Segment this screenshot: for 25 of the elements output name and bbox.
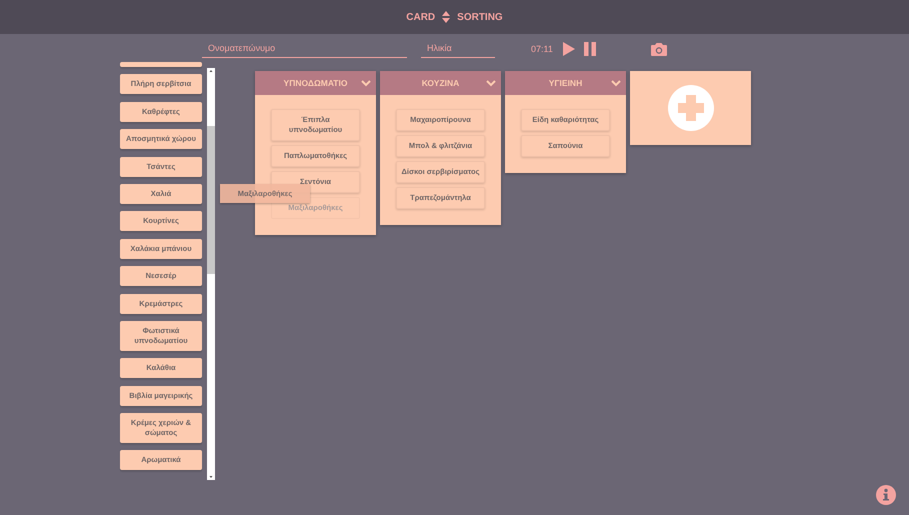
camera-icon[interactable]	[650, 42, 667, 56]
chevron-down-icon[interactable]	[486, 80, 496, 87]
category-title: ΚΟΥΖΙΝΑ	[422, 78, 460, 88]
scroll-thumb[interactable]	[207, 126, 215, 274]
category-title: ΥΠΝΟΔΩΜΑΤΙΟ	[284, 78, 348, 88]
pause-icon[interactable]	[584, 42, 596, 56]
scroll-up-icon[interactable]	[207, 68, 215, 74]
play-icon[interactable]	[562, 42, 575, 56]
app-title-right: SORTING	[457, 12, 503, 22]
chevron-down-icon[interactable]	[611, 80, 621, 87]
age-field[interactable]: Ηλικία	[421, 40, 495, 58]
sort-icon	[442, 11, 450, 23]
category-header[interactable]: ΥΠΝΟΔΩΜΑΤΙΟ	[255, 71, 376, 95]
category-title: ΥΓΙΕΙΝΗ	[548, 78, 582, 88]
chevron-down-icon[interactable]	[361, 80, 371, 87]
name-field[interactable]: Ονοματεπώνυμο	[202, 40, 407, 58]
scrollbar[interactable]	[207, 68, 215, 480]
info-icon[interactable]	[876, 485, 896, 505]
add-category-card[interactable]	[630, 71, 751, 145]
category-header[interactable]: ΚΟΥΖΙΝΑ	[380, 71, 501, 95]
app-title-left: CARD	[406, 12, 436, 22]
timer: 07:11	[531, 44, 553, 54]
category-header[interactable]: ΥΓΙΕΙΝΗ	[505, 71, 626, 95]
plus-icon[interactable]	[668, 85, 714, 131]
scroll-down-icon[interactable]	[207, 474, 215, 480]
